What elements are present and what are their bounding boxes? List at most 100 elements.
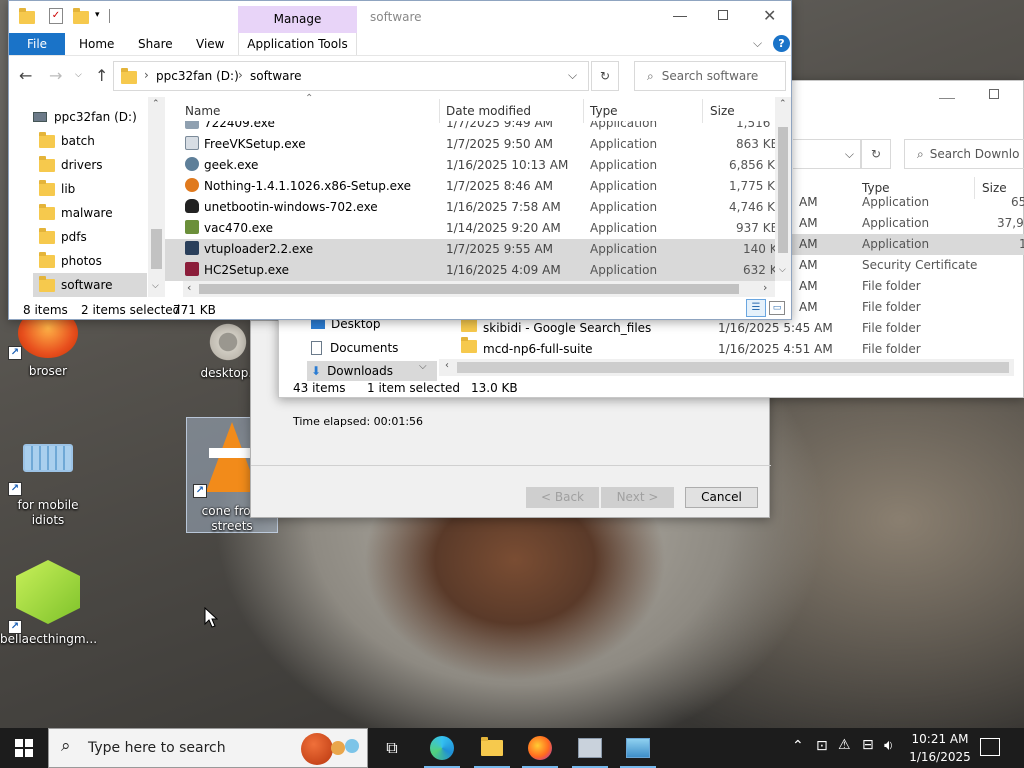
address-dropdown-icon[interactable]: ⌵ [568,68,577,83]
breadcrumb-folder[interactable]: software [250,69,302,83]
back-button[interactable]: < Back [526,487,599,508]
address-dropdown[interactable]: ⌵ [793,139,861,169]
column-header-size[interactable]: Size [710,104,735,118]
minimize-button[interactable] [673,7,687,17]
tab-view[interactable]: View [196,37,224,51]
tab-home[interactable]: Home [79,37,114,51]
nav-item-drive[interactable]: ppc32fan (D:) [33,105,137,129]
search-box[interactable]: ⌕ Search Downlo [904,139,1024,169]
minimize-button[interactable] [939,87,955,99]
taskbar-search-box[interactable]: ⌕ Type here to search [48,728,368,768]
table-row[interactable]: FreeVKSetup.exe 1/7/2025 9:50 AM Applicat… [165,134,775,155]
penguin-icon [185,199,199,213]
nav-item-photos[interactable]: photos [39,249,102,273]
next-button[interactable]: Next > [601,487,674,508]
desktop-icon-bellaecthingm[interactable]: ↗ bellaecthingm... [0,556,97,647]
nav-item-pdfs[interactable]: pdfs [39,225,87,249]
column-header-name[interactable]: Name [185,104,220,118]
table-row[interactable]: 722409.exe 1/7/2025 9:49 AM Application 1,… [165,121,775,134]
windows-logo-icon [15,739,33,757]
nav-item-lib[interactable]: lib [39,177,75,201]
nav-item-software[interactable]: software [33,273,147,297]
taskbar-file-explorer[interactable] [468,728,516,768]
volume-icon[interactable]: 🔉︎ [884,736,893,754]
recent-dropdown-icon[interactable]: ⌵ [75,70,82,80]
folder-icon [19,8,35,24]
tab-share[interactable]: Share [138,37,173,51]
column-header-size[interactable]: Size [982,181,1007,195]
magnifier-icon [185,178,199,192]
taskbar: ⌕ Type here to search ⧉ ⌃ ⊡ ⚠ ⊟ 🔉︎ 10:21… [0,728,1024,768]
column-header-type[interactable]: Type [862,181,890,195]
cancel-button[interactable]: Cancel [685,487,758,508]
nav-scrollbar[interactable]: ⌃ ⌵ [148,97,165,297]
column-header-date[interactable]: Date modified [446,104,531,118]
table-row[interactable]: vac470.exe 1/14/2025 9:20 AM Application 9… [165,218,775,239]
breadcrumb-separator-icon: › [144,68,149,82]
table-row[interactable]: Nothing-1.4.1.1026.x86-Setup.exe 1/7/202… [165,176,775,197]
maximize-button[interactable] [718,10,728,20]
taskbar-firefox[interactable] [516,728,564,768]
document-icon [311,341,322,355]
nav-item-downloads[interactable]: ⬇ Downloads [307,361,437,381]
ribbon-expand-icon[interactable]: ⌵ [753,36,762,51]
clock-time: 10:21 AM [911,732,969,746]
taskbar-app[interactable] [566,728,614,768]
manage-tab[interactable]: Manage [238,6,357,33]
taskbar-edge[interactable] [418,728,466,768]
column-header-type[interactable]: Type [590,104,618,118]
setup-app-icon [626,738,650,758]
clock[interactable]: 10:21 AM 1/16/2025 [906,730,974,766]
taskbar-setup-app[interactable] [614,728,662,768]
show-hidden-icons-chevron-icon[interactable]: ⌃ [792,738,804,754]
nav-item-documents[interactable]: Documents [311,337,398,359]
table-row[interactable]: geek.exe 1/16/2025 10:13 AM Application 6,… [165,155,775,176]
tab-file[interactable]: File [9,33,65,55]
nav-item-malware[interactable]: malware [39,201,113,225]
edge-icon [430,736,454,760]
details-view-icon[interactable]: ☰ [746,299,766,317]
help-icon[interactable]: ? [773,35,790,52]
firefox-icon [528,736,552,760]
geek-gear-icon [185,157,199,171]
table-row-selected[interactable]: HC2Setup.exe 1/16/2025 4:09 AM Applicatio… [165,260,775,281]
up-arrow-icon[interactable]: ↑ [95,66,108,85]
desktop-icon-for-mobile-idiots[interactable]: ↗ for mobile idiots [0,436,96,528]
security-alert-icon[interactable]: ⚠ [838,737,851,753]
properties-icon[interactable]: ✓ [49,8,63,24]
search-box[interactable]: ⌕ Search software [634,61,786,91]
start-button[interactable] [0,728,48,768]
nav-item-batch[interactable]: batch [39,129,95,153]
desktop-icon [311,319,325,329]
back-arrow-icon[interactable]: ← [19,66,32,85]
installer-icon [185,220,199,234]
folder-icon [121,68,137,84]
nav-scroll-down[interactable]: ⌵ [419,361,427,372]
address-bar[interactable]: › ppc32fan (D:) › software ⌵ [113,61,589,91]
refresh-button[interactable]: ↻ [591,61,619,91]
horizontal-scrollbar[interactable]: ‹ [439,359,1014,376]
device-icon[interactable]: ⊡ [816,738,828,754]
new-folder-icon[interactable] [73,8,89,24]
qat-dropdown-icon[interactable]: ▾ [95,10,100,20]
task-view-button[interactable]: ⧉ [368,728,416,768]
close-button[interactable]: ✕ [763,6,776,25]
network-icon[interactable]: ⊟ [862,737,874,753]
table-row-selected[interactable]: vtuploader2.2.exe 1/7/2025 9:55 AM Applic… [165,239,775,260]
forward-arrow-icon[interactable]: → [49,66,62,85]
large-icons-view-icon[interactable]: ▭ [769,301,785,315]
search-icon: ⌕ [917,147,924,161]
tab-application-tools[interactable]: Application Tools [238,33,357,55]
title-bar: ✓ ▾ Manage software ✕ [9,1,791,33]
breadcrumb-drive[interactable]: ppc32fan (D:) [156,69,239,83]
nav-item-drivers[interactable]: drivers [39,153,103,177]
maximize-button[interactable] [989,89,999,99]
action-center-button[interactable] [980,738,1000,756]
refresh-button[interactable]: ↻ [861,139,891,169]
file-list-scrollbar[interactable]: ⌃ ⌵ [775,97,791,281]
horizontal-scrollbar[interactable]: ‹ › [183,281,775,297]
scroll-left-arrow[interactable]: ‹ [445,360,449,371]
table-row[interactable]: unetbootin-windows-702.exe 1/16/2025 7:5… [165,197,775,218]
breadcrumb-separator-icon: › [238,68,243,82]
exe-icon [185,136,199,150]
